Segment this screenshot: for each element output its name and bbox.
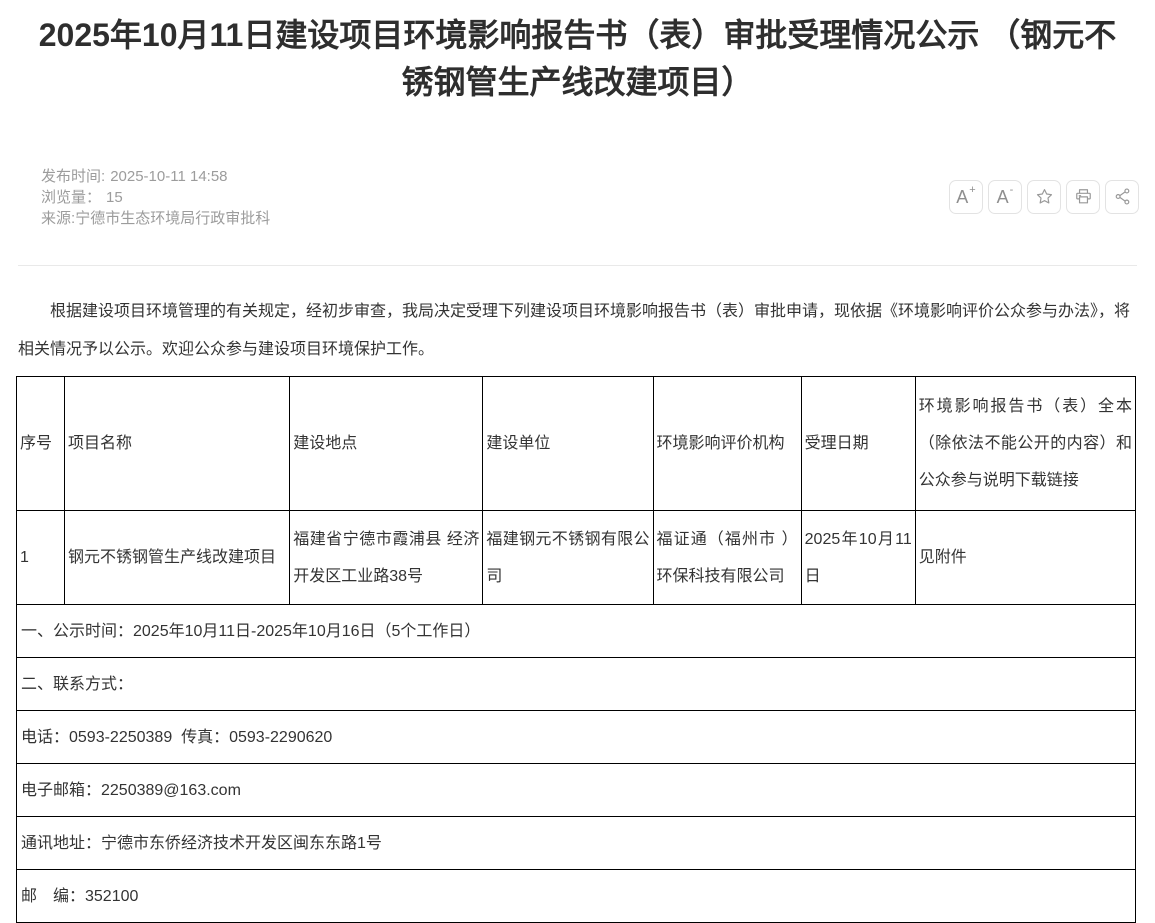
font-increase-label: A <box>956 188 968 206</box>
share-button[interactable] <box>1105 180 1139 214</box>
col-header-project-name: 项目名称 <box>65 377 290 511</box>
cell-seq: 1 <box>17 511 65 605</box>
font-decrease-label: A <box>997 188 1009 206</box>
info-row-postal-code: 邮 编：352100 <box>17 870 1136 923</box>
cell-project-name: 钢元不锈钢管生产线改建项目 <box>65 511 290 605</box>
view-count: 浏览量： 15 <box>41 189 123 206</box>
announcement-page: 2025年10月11日建设项目环境影响报告书（表）审批受理情况公示 （钢元不锈钢… <box>0 0 1155 923</box>
toolbar: A+ A- <box>949 180 1139 214</box>
intro-paragraph: 根据建设项目环境管理的有关规定，经初步审查，我局决定受理下列建设项目环境影响报告… <box>18 293 1137 369</box>
meta-row: 发布时间: 2025-10-11 14:58 浏览量： 15 来源:宁德市生态环境局… <box>16 148 1139 245</box>
printer-icon <box>1074 187 1093 206</box>
view-count-label: 浏览量： <box>41 189 101 206</box>
publicity-period-text: 一、公示时间：2025年10月11日-2025年10月16日（5个工作日） <box>17 605 1136 658</box>
print-button[interactable] <box>1066 180 1100 214</box>
cell-accept-date: 2025年10月11日 <box>801 511 915 605</box>
col-header-accept-date: 受理日期 <box>801 377 915 511</box>
divider <box>18 265 1137 266</box>
publish-time-label: 发布时间: <box>41 168 105 185</box>
font-decrease-button[interactable]: A- <box>988 180 1022 214</box>
postal-code-text: 邮 编：352100 <box>17 870 1136 923</box>
page-title: 2025年10月11日建设项目环境影响报告书（表）审批受理情况公示 （钢元不锈钢… <box>34 0 1121 106</box>
approval-table: 序号 项目名称 建设地点 建设单位 环境影响评价机构 受理日期 环境影响报告书（… <box>16 376 1136 923</box>
source-label: 来源: <box>41 210 75 227</box>
publish-time: 发布时间: 2025-10-11 14:58 <box>41 168 228 185</box>
cell-eia-agency: 福证通（福州市 ）环保科技有限公司 <box>653 511 801 605</box>
info-row-email: 电子邮箱：2250389@163.com <box>17 764 1136 817</box>
cell-builder: 福建钢元不锈钢有限公司 <box>483 511 653 605</box>
col-header-eia-agency: 环境影响评价机构 <box>653 377 801 511</box>
source: 来源:宁德市生态环境局行政审批科 <box>41 210 270 227</box>
col-header-download-link: 环境影响报告书（表）全本（除依法不能公开的内容）和公众参与说明下载链接 <box>915 377 1135 511</box>
contact-heading-text: 二、联系方式： <box>17 658 1136 711</box>
cell-location: 福建省宁德市霞浦县 经济开发区工业路38号 <box>290 511 483 605</box>
source-value: 宁德市生态环境局行政审批科 <box>75 210 270 227</box>
font-increase-button[interactable]: A+ <box>949 180 983 214</box>
info-row-contact-heading: 二、联系方式： <box>17 658 1136 711</box>
info-row-phone-fax: 电话：0593-2250389 传真：0593-2290620 <box>17 711 1136 764</box>
mailing-address-text: 通讯地址：宁德市东侨经济技术开发区闽东东路1号 <box>17 817 1136 870</box>
share-icon <box>1113 187 1132 206</box>
favorite-button[interactable] <box>1027 180 1061 214</box>
cell-attachment: 见附件 <box>915 511 1135 605</box>
star-icon <box>1035 187 1054 206</box>
col-header-builder: 建设单位 <box>483 377 653 511</box>
info-row-mailing-address: 通讯地址：宁德市东侨经济技术开发区闽东东路1号 <box>17 817 1136 870</box>
font-decrease-minus: - <box>1010 185 1014 196</box>
email-text: 电子邮箱：2250389@163.com <box>17 764 1136 817</box>
phone-fax-text: 电话：0593-2250389 传真：0593-2290620 <box>17 711 1136 764</box>
table-row: 1 钢元不锈钢管生产线改建项目 福建省宁德市霞浦县 经济开发区工业路38号 福建… <box>17 511 1136 605</box>
col-header-location: 建设地点 <box>290 377 483 511</box>
view-count-value: 15 <box>106 189 123 206</box>
meta-info: 发布时间: 2025-10-11 14:58 浏览量： 15 来源:宁德市生态环境局… <box>16 148 297 245</box>
table-header-row: 序号 项目名称 建设地点 建设单位 环境影响评价机构 受理日期 环境影响报告书（… <box>17 377 1136 511</box>
info-row-publicity-period: 一、公示时间：2025年10月11日-2025年10月16日（5个工作日） <box>17 605 1136 658</box>
col-header-seq: 序号 <box>17 377 65 511</box>
publish-time-value: 2025-10-11 14:58 <box>110 168 227 185</box>
font-increase-plus: + <box>969 185 975 196</box>
